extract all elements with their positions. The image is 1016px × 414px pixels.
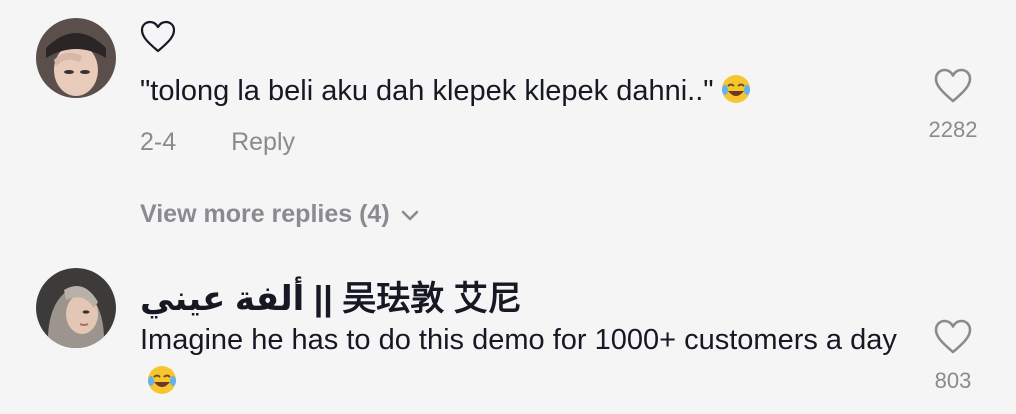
reply-button[interactable]: Reply [231, 128, 295, 157]
comment-text: "tolong la beli aku dah klepek klepek da… [140, 70, 900, 112]
heart-outline-icon [140, 20, 176, 59]
like-control: 803 [908, 319, 998, 394]
comment-username[interactable]: ألفة عيني || 吴珐敦 艾尼 [140, 271, 522, 320]
tears-of-joy-emoji [146, 364, 178, 396]
comment-text-content: "tolong la beli aku dah klepek klepek da… [140, 75, 714, 107]
avatar[interactable] [36, 18, 116, 98]
comment-meta: 2-4 Reply [140, 128, 295, 157]
heart-outline-icon[interactable] [908, 68, 998, 109]
avatar[interactable] [36, 268, 116, 348]
like-count: 2282 [928, 117, 978, 142]
heart-outline-icon[interactable] [908, 319, 998, 360]
like-count: 803 [934, 368, 972, 393]
view-more-replies-button[interactable]: View more replies (4) [140, 200, 420, 230]
comment-item: "tolong la beli aku dah klepek klepek da… [0, 0, 1016, 190]
comment-date: 2-4 [140, 128, 177, 156]
comment-item: ألفة عيني || 吴珐敦 艾尼 Imagine he has to do… [0, 255, 1016, 414]
chevron-down-icon [400, 201, 420, 230]
comment-text-content: Imagine he has to do this demo for 1000+… [140, 324, 897, 356]
like-control: 2282 [908, 68, 998, 143]
comment-text: Imagine he has to do this demo for 1000+… [140, 319, 900, 403]
tears-of-joy-emoji [720, 73, 752, 105]
view-more-label: View more replies (4) [140, 200, 390, 228]
